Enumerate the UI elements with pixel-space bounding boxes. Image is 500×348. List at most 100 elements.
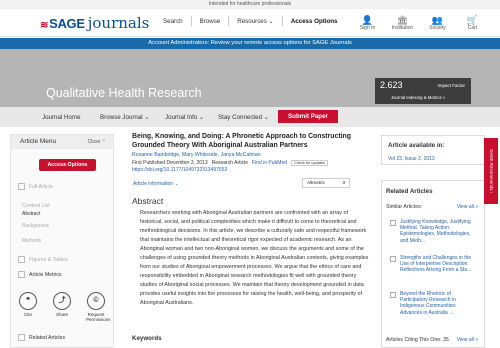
article-authors[interactable]: Roxanne Bainbridge, Mary Whiteside, Jany… <box>132 152 367 158</box>
close-menu-button[interactable]: Close ⌃ <box>88 135 106 149</box>
full-article-link[interactable]: Full Article <box>18 183 53 190</box>
nav-divider <box>190 16 192 26</box>
figures-tables-label: Figures & Tables <box>29 256 68 263</box>
society-button[interactable]: 👥 Society <box>420 15 455 31</box>
share-label: Share <box>55 312 68 317</box>
related-item-title[interactable]: Beyond the Rhetoric of Participatory Res… <box>400 291 478 316</box>
abstract-heading: Abstract <box>132 196 164 206</box>
issue-link[interactable]: Vol 23, Issue 2, 2013 <box>388 156 435 162</box>
access-options-button[interactable]: Access Options <box>39 159 96 171</box>
cite-label: Cite <box>23 312 32 317</box>
related-articles-panel: Related Articles Similar Articles: View … <box>381 180 485 348</box>
person-icon: 👤 <box>361 15 374 25</box>
content-list-label: Content List <box>22 203 50 209</box>
abstract-text: Researchers working with Aboriginal Aust… <box>140 210 369 307</box>
resources-menu[interactable]: Resources ⌄ <box>237 18 273 25</box>
altmetric-score: 3 <box>342 180 345 185</box>
article-information-toggle[interactable]: Article information ⌄ <box>133 181 179 187</box>
citing-articles-heading: Articles Citing This One: 35 <box>386 337 449 343</box>
top-nav: Search Browse Resources ⌄ Access Options <box>163 16 338 26</box>
related-heading: Related Articles <box>386 188 433 195</box>
impact-factor-box[interactable]: 2.623 Impact Factor Journal Indexing & M… <box>375 78 471 104</box>
related-articles-link[interactable]: Related Articles <box>18 334 65 341</box>
document-icon <box>18 183 25 190</box>
search-link[interactable]: Search <box>163 18 183 25</box>
article-metrics-link[interactable]: Article Metrics <box>18 271 62 278</box>
professional-notice: Intended for healthcare professionals <box>0 0 500 9</box>
image-icon <box>18 256 25 263</box>
article-title: Being, Knowing, and Doing: A Phronetic A… <box>132 133 351 149</box>
content-list-heading: Content List <box>22 203 50 209</box>
publication-info: First Published December 3, 2013 Researc… <box>132 160 367 166</box>
journal-home-link[interactable]: Journal Home <box>42 114 81 121</box>
first-published: First Published December 3, 2013 <box>132 160 208 166</box>
related-item-title[interactable]: Strengths and Challenges in the Use of I… <box>400 255 478 274</box>
article-actions: ❝ Cite ⤴ Share © Request Permissions <box>18 292 111 322</box>
impact-factor-value: 2.623 <box>380 80 403 90</box>
sign-in-button[interactable]: 👤 Sign In <box>350 15 385 31</box>
article-type: Research Article <box>211 160 248 166</box>
keywords-heading: Keywords <box>132 335 162 342</box>
site-header: SAGE journals Search Browse Resources ⌄ … <box>0 9 500 37</box>
cart-label: Cart <box>467 25 478 31</box>
nav-divider <box>281 16 283 26</box>
availability-panel: Article available in: Vol 23, Issue 2, 2… <box>381 135 485 165</box>
check-updates-badge[interactable]: Check for updates <box>291 160 328 166</box>
altmetric-badge[interactable]: Altmetric 3 <box>302 178 350 188</box>
bar-chart-icon <box>18 271 25 278</box>
browse-link[interactable]: Browse <box>200 18 221 25</box>
similar-view-all-link[interactable]: View all » <box>457 204 478 210</box>
header-icons: 👤 Sign In 🏛 Institution 👥 Society 🛒 Cart <box>350 15 490 31</box>
logo-product: journals <box>87 14 150 32</box>
journal-indexing-link[interactable]: Journal Indexing & Metrics » <box>391 95 445 100</box>
institution-label: Institution <box>391 25 414 31</box>
related-icon <box>18 334 25 341</box>
figures-tables-link[interactable]: Figures & Tables <box>18 256 68 263</box>
related-item[interactable]: Strengths and Challenges in the Use of I… <box>390 255 478 274</box>
content-item-abstract[interactable]: Abstract <box>22 211 40 217</box>
share-button[interactable]: ⤴ Share <box>52 292 72 322</box>
institution-button[interactable]: 🏛 Institution <box>385 15 420 31</box>
admin-banner-link[interactable]: Account Administrators: Review your remo… <box>0 38 500 49</box>
select-checkbox[interactable] <box>390 256 396 262</box>
similar-articles-heading: Similar Articles: <box>386 204 423 210</box>
find-pubmed-link[interactable]: Find in PubMed <box>252 160 287 166</box>
article-menu-header: Article Menu Close ⌃ <box>11 135 113 149</box>
full-article-label: Full Article <box>29 183 53 190</box>
sage-recommends-tab[interactable]: SAGE Recommends ‹ <box>484 138 498 204</box>
share-icon: ⤴ <box>53 292 71 310</box>
stay-connected-menu[interactable]: Stay Connected ⌄ <box>218 114 269 121</box>
content-item-methods[interactable]: Methods <box>22 238 41 244</box>
request-permissions-button[interactable]: © Request Permissions <box>86 292 111 322</box>
content-item-background[interactable]: Background <box>22 223 49 229</box>
related-item[interactable]: Justifying Knowledge, Justifying Method,… <box>390 219 478 244</box>
altmetric-label: Altmetric <box>307 180 325 185</box>
access-options-link[interactable]: Access Options <box>291 18 338 25</box>
logo-brand: SAGE <box>40 16 85 31</box>
article-header: Being, Knowing, and Doing: A Phronetic A… <box>132 133 367 173</box>
copyright-icon: © <box>87 292 105 310</box>
nav-divider <box>228 16 230 26</box>
submit-paper-button[interactable]: Submit Paper <box>278 110 338 123</box>
related-item-title[interactable]: Justifying Knowledge, Justifying Method,… <box>400 219 478 244</box>
browse-journal-menu[interactable]: Browse Journal ⌄ <box>100 114 150 121</box>
article-menu-title: Article Menu <box>20 138 57 145</box>
cite-button[interactable]: ❝ Cite <box>18 292 38 322</box>
availability-heading: Article available in: <box>388 142 445 149</box>
cart-button[interactable]: 🛒 Cart <box>455 15 490 31</box>
institution-icon: 🏛 <box>396 15 409 25</box>
journal-title[interactable]: Qualitative Health Research <box>46 86 202 100</box>
journal-info-menu[interactable]: Journal Info ⌄ <box>165 114 204 121</box>
article-metrics-label: Article Metrics <box>29 271 62 278</box>
sage-journals-logo[interactable]: SAGE journals <box>40 14 149 32</box>
cart-icon: 🛒 <box>466 15 479 25</box>
citing-view-all-link[interactable]: View all » <box>457 337 478 343</box>
society-label: Society <box>429 25 446 31</box>
quote-icon: ❝ <box>19 292 37 310</box>
doi-link[interactable]: https://doi.org/10.1177/1049732313497653 <box>132 167 367 173</box>
sign-in-label: Sign In <box>359 25 376 31</box>
select-checkbox[interactable] <box>390 220 396 226</box>
related-articles-label: Related Articles <box>29 334 66 341</box>
select-checkbox[interactable] <box>390 292 396 298</box>
related-item[interactable]: Beyond the Rhetoric of Participatory Res… <box>390 291 478 316</box>
